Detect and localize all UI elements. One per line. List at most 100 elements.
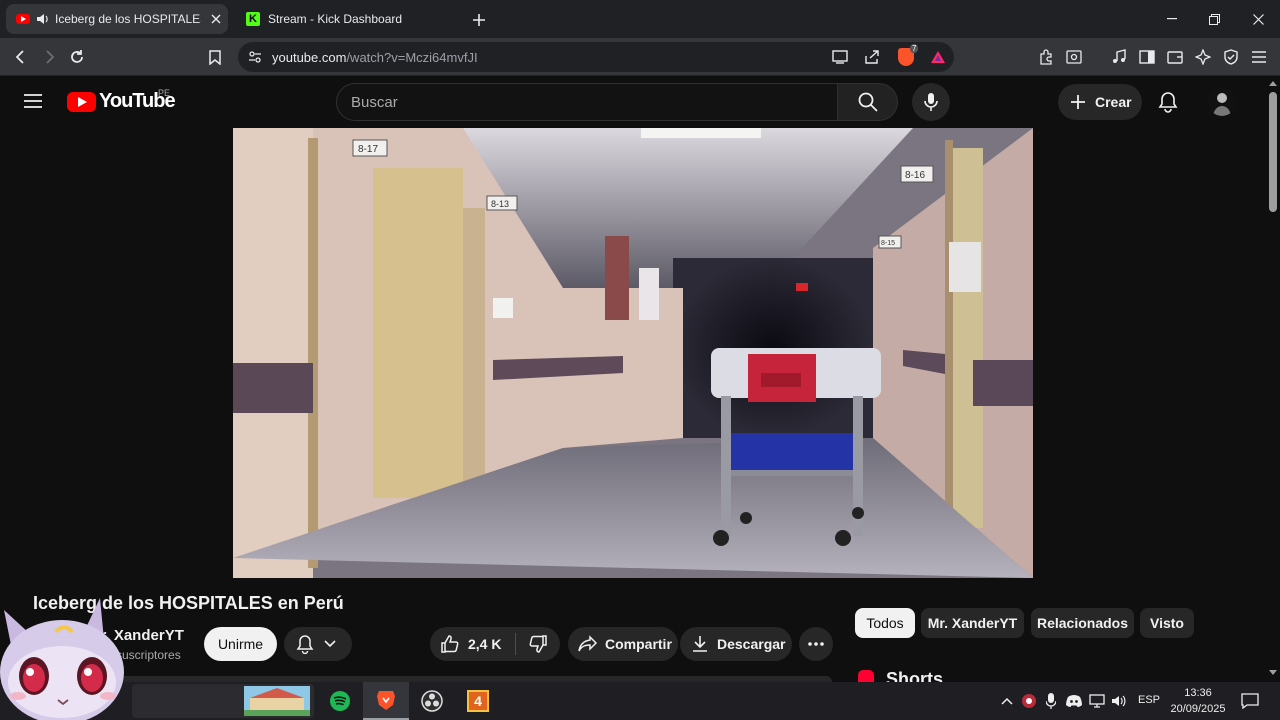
kick-favicon-icon: K — [246, 12, 260, 26]
guide-menu-icon[interactable] — [22, 92, 44, 110]
back-button[interactable] — [8, 44, 34, 70]
reload-button[interactable] — [64, 44, 90, 70]
tab-title: Iceberg de los HOSPITALES en Perú — [55, 12, 201, 26]
tray-overflow-chevron-icon[interactable] — [999, 693, 1015, 709]
join-button[interactable]: Unirme — [204, 627, 277, 661]
url-path: /watch?v=Mczi64mvfJI — [346, 50, 478, 65]
search-input[interactable]: Buscar — [336, 83, 838, 121]
taskbar-obs[interactable] — [409, 682, 455, 720]
share-page-icon[interactable] — [864, 50, 880, 64]
taskbar-search-box[interactable] — [132, 684, 314, 718]
like-count: 2,4 K — [468, 636, 502, 652]
page-scrollbar[interactable] — [1266, 76, 1280, 682]
spotify-icon — [330, 691, 350, 711]
leo-ai-icon[interactable] — [1190, 44, 1216, 70]
browser-tab-strip: Iceberg de los HOSPITALES en Perú K Stre… — [0, 0, 1280, 38]
browser-toolbar: youtube.com/watch?v=Mczi64mvfJI 7 — [0, 38, 1280, 76]
shorts-label: Shorts — [886, 670, 944, 682]
app-badge-icon: 4 — [467, 690, 489, 712]
share-label: Compartir — [605, 636, 672, 652]
search-icon — [858, 92, 878, 112]
scroll-down-arrow-icon[interactable] — [1269, 670, 1277, 676]
video-player[interactable]: 8-17 8-13 8-16 8-15 — [233, 128, 1033, 578]
create-button[interactable]: Crear — [1058, 84, 1142, 120]
tray-network-icon[interactable] — [1089, 693, 1105, 709]
tray-discord-icon[interactable] — [1066, 693, 1082, 709]
sign-8-16: 8-16 — [905, 170, 925, 181]
download-button[interactable]: Descargar — [680, 627, 792, 661]
chip-relacionados[interactable]: Relacionados — [1031, 608, 1134, 638]
tab-kick[interactable]: K Stream - Kick Dashboard — [234, 4, 460, 34]
chip-label: Mr. XanderYT — [927, 615, 1018, 631]
brave-lion-icon — [377, 691, 395, 710]
like-dislike-group: 2,4 K — [430, 627, 560, 661]
bookmark-icon[interactable] — [202, 44, 228, 70]
shorts-icon — [858, 670, 874, 682]
chip-label: Visto — [1150, 615, 1184, 631]
chip-label: Todos — [866, 615, 904, 631]
share-arrow-icon — [578, 635, 598, 652]
taskbar-brave[interactable] — [363, 682, 409, 720]
sidebar-icon[interactable] — [1134, 44, 1160, 70]
site-settings-icon[interactable] — [248, 50, 262, 64]
more-actions-button[interactable] — [799, 627, 833, 661]
download-icon — [693, 636, 707, 652]
new-tab-button[interactable] — [468, 9, 490, 31]
menu-icon[interactable] — [1246, 44, 1272, 70]
dislike-button[interactable] — [528, 634, 548, 654]
account-avatar[interactable] — [1208, 88, 1236, 116]
like-divider — [515, 633, 517, 655]
extensions-icon[interactable] — [1033, 44, 1059, 70]
tab-title: Stream - Kick Dashboard — [268, 12, 403, 26]
voice-search-button[interactable] — [912, 83, 950, 121]
notification-center-icon[interactable] — [1241, 693, 1259, 709]
taskbar-app-badge[interactable]: 4 — [455, 682, 501, 720]
join-label: Unirme — [217, 636, 264, 652]
tray-volume-icon[interactable] — [1111, 693, 1127, 709]
vpn-icon[interactable] — [1218, 44, 1244, 70]
url-text: youtube.com/watch?v=Mczi64mvfJI — [272, 50, 478, 65]
clock-date: 20/09/2025 — [1170, 703, 1226, 715]
taskbar-spotify[interactable] — [317, 682, 363, 720]
youtube-favicon-icon — [16, 14, 30, 24]
youtube-logo[interactable]: YouTube PE — [67, 88, 176, 113]
thumbs-up-icon — [441, 635, 459, 653]
wallet-icon[interactable] — [1162, 44, 1188, 70]
notifications-bell-icon[interactable] — [1158, 91, 1178, 113]
search-highlight-image — [244, 686, 310, 716]
input-language[interactable]: ESP — [1138, 694, 1160, 706]
thumbs-down-icon — [529, 635, 548, 653]
youtube-play-icon — [67, 91, 96, 112]
like-button[interactable]: 2,4 K — [440, 634, 501, 654]
restore-button[interactable] — [1192, 0, 1236, 38]
scroll-thumb[interactable] — [1269, 92, 1277, 212]
chip-visto[interactable]: Visto — [1140, 608, 1194, 638]
tray-app-icon[interactable] — [1021, 693, 1037, 709]
speaker-icon[interactable] — [36, 13, 49, 25]
clock[interactable]: 13:36 20/09/2025 — [1168, 685, 1228, 717]
cat-mascot-overlay — [0, 590, 132, 720]
minimize-button[interactable] — [1150, 0, 1194, 38]
share-button[interactable]: Compartir — [568, 627, 678, 661]
tray-microphone-icon[interactable] — [1043, 693, 1059, 709]
screenshot-icon[interactable] — [1061, 44, 1087, 70]
youtube-header: YouTube PE Buscar Crear — [0, 76, 1266, 128]
more-horizontal-icon — [808, 642, 824, 646]
close-tab-icon[interactable] — [211, 14, 221, 24]
tab-youtube[interactable]: Iceberg de los HOSPITALES en Perú — [6, 4, 228, 34]
clock-time: 13:36 — [1184, 687, 1212, 699]
address-bar[interactable]: youtube.com/watch?v=Mczi64mvfJI 7 — [238, 42, 954, 72]
close-window-button[interactable] — [1236, 0, 1280, 38]
forward-button[interactable] — [36, 44, 62, 70]
cast-icon[interactable] — [832, 50, 848, 64]
search-button[interactable] — [838, 83, 898, 121]
scroll-up-arrow-icon[interactable] — [1269, 80, 1277, 86]
windows-taskbar: 4 ESP 13:36 20/09/2025 — [0, 682, 1280, 720]
subscription-bell-button[interactable] — [284, 627, 352, 661]
region-code: PE — [158, 88, 171, 98]
chip-todos[interactable]: Todos — [855, 608, 915, 638]
sign-8-17: 8-17 — [358, 144, 378, 155]
brave-rewards-icon[interactable] — [930, 50, 946, 64]
music-icon[interactable] — [1106, 44, 1132, 70]
chip-channel[interactable]: Mr. XanderYT — [921, 608, 1024, 638]
